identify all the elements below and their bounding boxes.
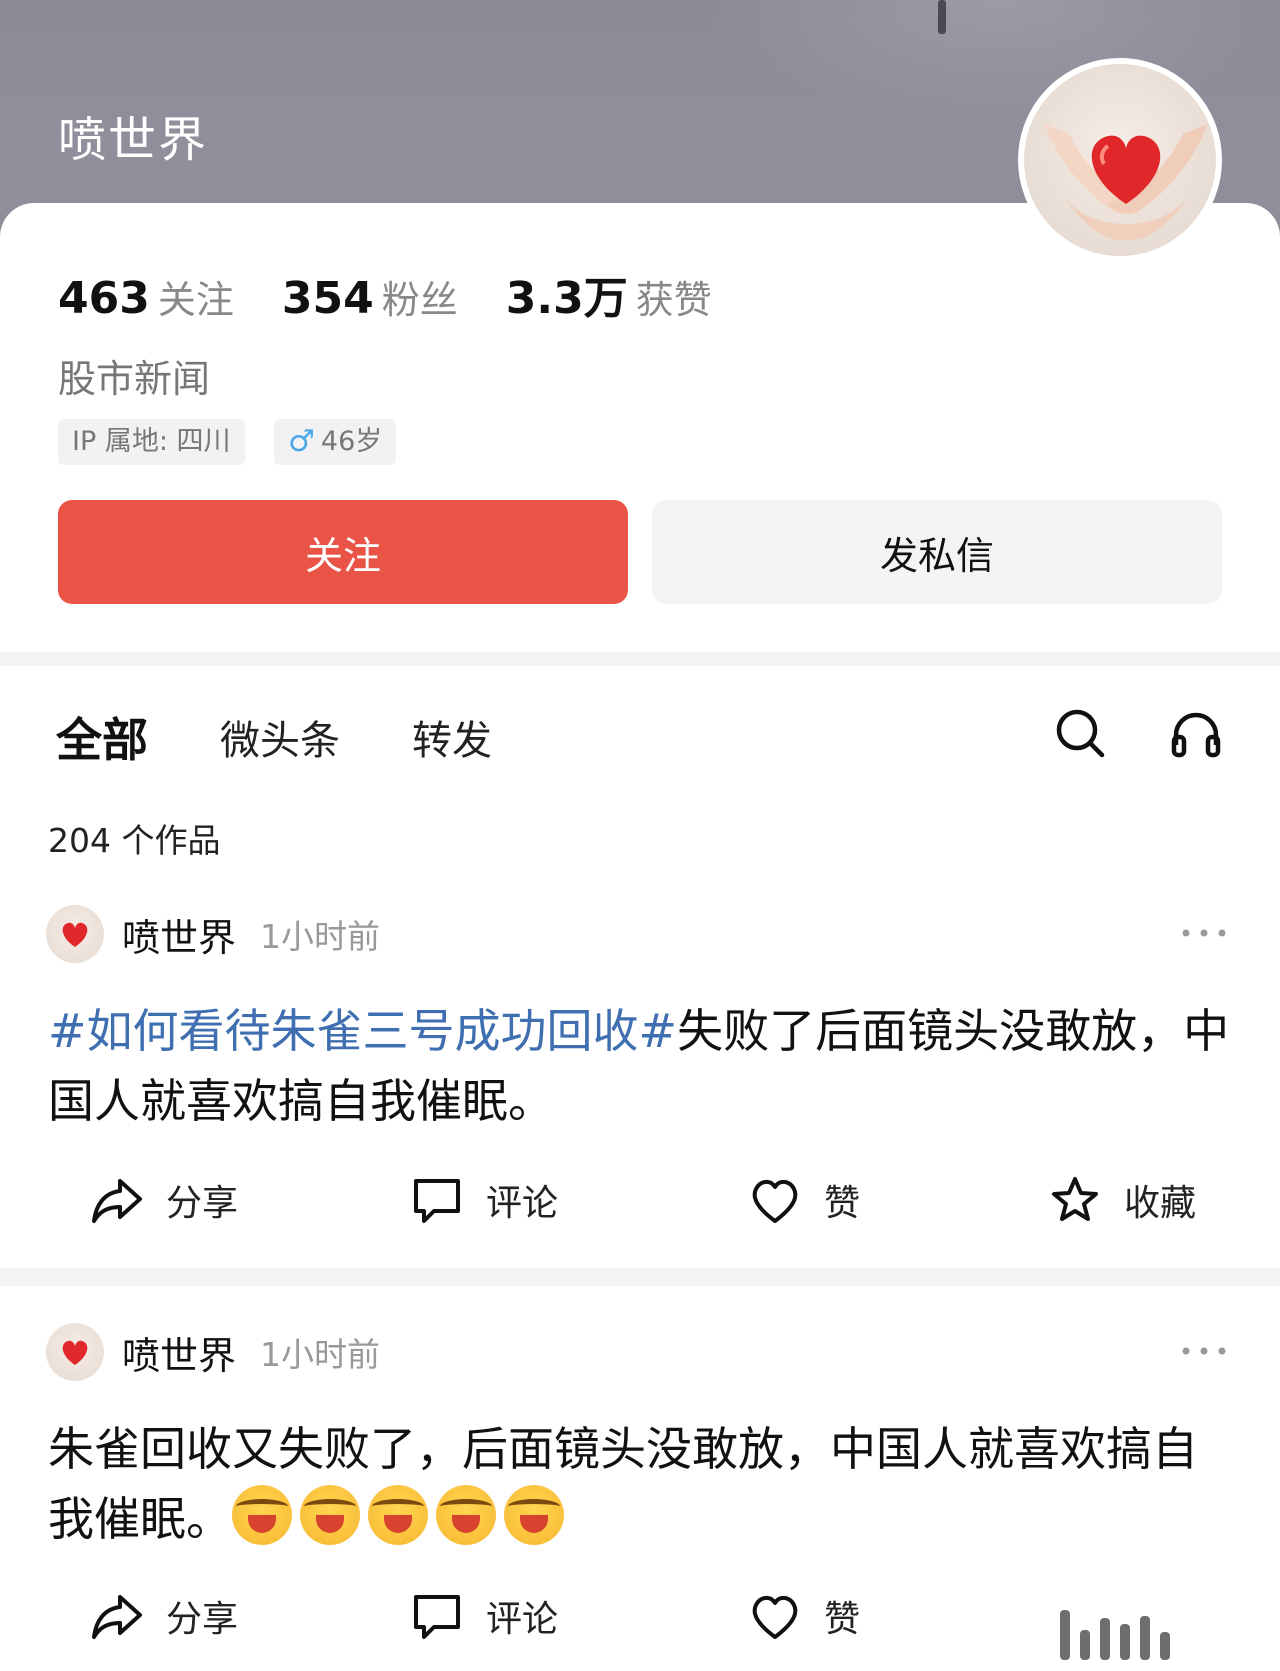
post-content[interactable]: #如何看待朱雀三号成功回收#失败了后面镜头没敢放，中国人就喜欢搞自我催眠。: [48, 996, 1238, 1136]
comment-button[interactable]: 评论: [410, 1586, 558, 1646]
share-label: 分享: [166, 1183, 239, 1224]
section-divider: [0, 652, 1280, 666]
share-icon: [92, 1595, 142, 1639]
stat-following-value: 463: [58, 273, 150, 324]
stat-followers[interactable]: 354 粉丝: [282, 269, 458, 324]
heart-outline-icon: [752, 1596, 798, 1639]
post-author-name[interactable]: 喷世界: [122, 907, 236, 962]
header-background-figure: [938, 0, 946, 34]
crying-laughing-emoji: [368, 1485, 428, 1545]
comment-label: 评论: [486, 1599, 559, 1640]
comment-button[interactable]: 评论: [410, 1170, 558, 1230]
comment-label: 评论: [486, 1183, 559, 1224]
like-button[interactable]: 赞: [748, 1586, 860, 1646]
profile-name: 喷世界: [58, 112, 209, 168]
post-content[interactable]: 朱雀回收又失败了，后面镜头没敢放，中国人就喜欢搞自我催眠。: [48, 1414, 1238, 1554]
works-count: 204 个作品: [48, 821, 221, 860]
ip-location-tag: IP 属地: 四川: [58, 419, 245, 465]
star-icon: [1052, 1177, 1098, 1221]
comment-icon: [414, 1179, 460, 1223]
tab-reposts[interactable]: 转发: [412, 708, 492, 766]
post-header: 喷世界 1小时前: [46, 904, 380, 964]
profile-bio: 股市新闻: [58, 357, 211, 401]
crying-laughing-emoji: [232, 1485, 292, 1545]
favorite-label: 收藏: [1124, 1183, 1197, 1224]
favorite-button[interactable]: 收藏: [1048, 1170, 1196, 1230]
post-divider: [0, 1268, 1280, 1286]
message-button[interactable]: 发私信: [652, 500, 1222, 604]
more-options-icon[interactable]: [1180, 1344, 1228, 1358]
share-button[interactable]: 分享: [90, 1586, 238, 1646]
heart-icon: [62, 922, 88, 947]
male-icon: ♂: [288, 424, 315, 459]
post-actions: 分享 评论 赞 收藏: [0, 1170, 1280, 1230]
tab-all[interactable]: 全部: [56, 704, 148, 770]
share-button[interactable]: 分享: [90, 1170, 238, 1230]
watermark-logo: [1060, 1600, 1250, 1660]
follow-button[interactable]: 关注: [58, 500, 628, 604]
content-tabs: 全部 微头条 转发: [56, 704, 564, 770]
age-label: 46岁: [320, 426, 383, 457]
stat-followers-value: 354: [281, 273, 374, 324]
post-body-text: 朱雀回收又失败了，后面镜头没敢放，中国人就喜欢搞自我催眠。: [48, 1422, 1198, 1546]
search-icon[interactable]: [1052, 705, 1108, 761]
stat-following[interactable]: 463 关注: [58, 269, 234, 324]
post-hashtag[interactable]: #如何看待朱雀三号成功回收#: [48, 1004, 677, 1058]
post-card[interactable]: 喷世界 1小时前 #如何看待朱雀三号成功回收#失败了后面镜头没敢放，中国人就喜欢…: [0, 904, 1280, 1264]
post-header: 喷世界 1小时前: [46, 1322, 380, 1382]
post-author-name[interactable]: 喷世界: [122, 1325, 236, 1380]
heart-outline-icon: [752, 1180, 798, 1223]
stat-likes-label: 获赞: [635, 278, 712, 322]
crying-laughing-emoji: [300, 1485, 360, 1545]
stat-followers-label: 粉丝: [381, 278, 458, 322]
tab-micro-headlines[interactable]: 微头条: [220, 708, 340, 766]
like-button[interactable]: 赞: [748, 1170, 860, 1230]
post-author-avatar[interactable]: [46, 905, 104, 963]
post-author-avatar[interactable]: [46, 1323, 104, 1381]
like-label: 赞: [824, 1183, 861, 1224]
stat-likes-value: 3.3万: [505, 273, 628, 324]
post-time: 1小时前: [260, 1335, 381, 1374]
stat-following-label: 关注: [157, 278, 234, 322]
crying-laughing-emoji: [436, 1485, 496, 1545]
stat-likes[interactable]: 3.3万 获赞: [506, 262, 712, 326]
profile-avatar[interactable]: [1018, 58, 1222, 262]
more-options-icon[interactable]: [1180, 926, 1228, 940]
comment-icon: [414, 1595, 460, 1639]
heart-icon: [62, 1340, 88, 1365]
age-tag: ♂ 46岁: [274, 419, 397, 465]
profile-stats: 463 关注 354 粉丝 3.3万 获赞: [58, 262, 760, 326]
like-label: 赞: [824, 1599, 861, 1640]
headphones-icon[interactable]: [1168, 705, 1224, 761]
share-icon: [92, 1179, 142, 1223]
crying-laughing-emoji: [504, 1485, 564, 1545]
post-time: 1小时前: [260, 917, 381, 956]
share-label: 分享: [166, 1599, 239, 1640]
emoji-row: [232, 1485, 572, 1546]
